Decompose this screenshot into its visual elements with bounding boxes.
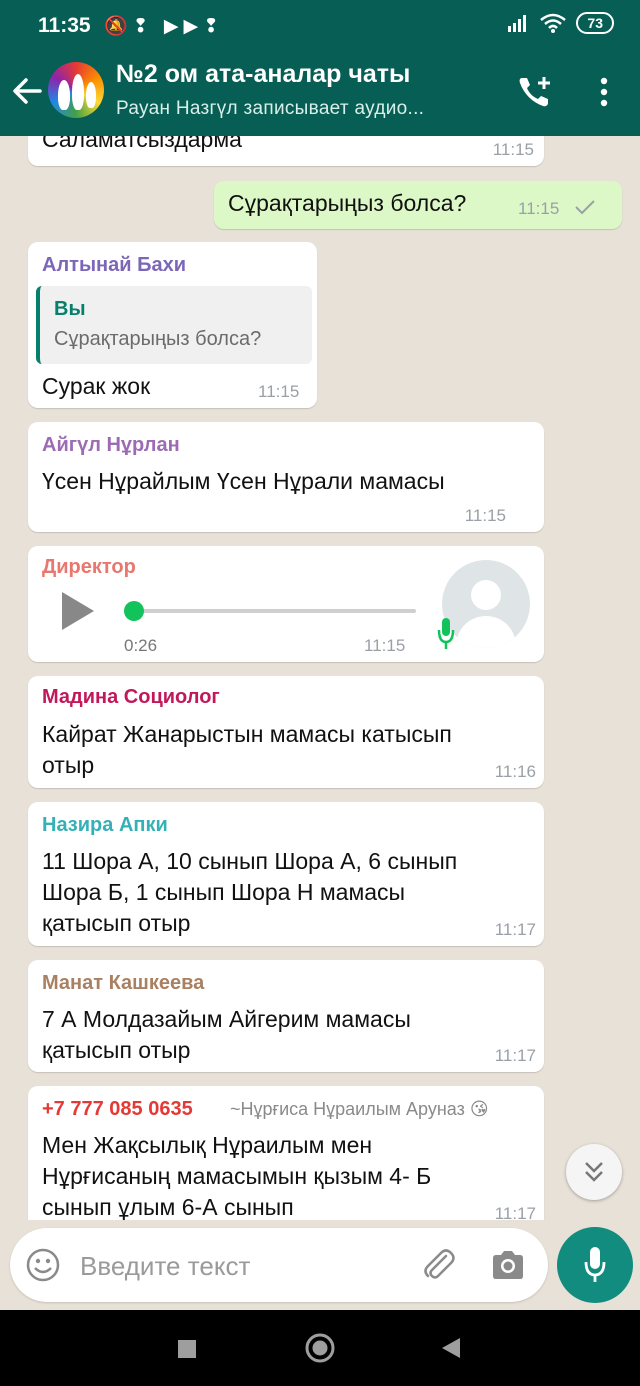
message-bubble[interactable]: Айгүл Нұрлан Үсен Нұрайлым Үсен Нұрали м… (28, 422, 544, 532)
message-text-line: сынып ұлым 6-А сынып (42, 1194, 294, 1220)
message-text: Саламатсыздарма (42, 136, 242, 152)
wifi-icon (540, 13, 567, 33)
message-time: 11:15 (464, 506, 506, 525)
double-chevron-down-icon (585, 1162, 603, 1182)
microphone-icon (437, 618, 455, 649)
sender-name: Назира Апки (42, 814, 168, 836)
message-text-line: Мен Жақсылық Нұраилым мен (42, 1132, 373, 1158)
sender-name: Айгүл Нұрлан (42, 434, 180, 456)
voice-message-bubble[interactable]: Директор 0:26 11:15 (28, 546, 544, 662)
message-text: Сурак жок (42, 373, 151, 399)
message-bubble[interactable]: Мадина Социолог Кайрат Жанарыстын мамасы… (28, 676, 544, 788)
message-bubble[interactable]: +7 777 085 0635 ~Нұрғиса Нұраилым Аруназ… (28, 1086, 544, 1220)
voice-duration: 0:26 (124, 636, 158, 655)
add-call-icon[interactable] (516, 74, 556, 110)
message-bubble[interactable]: Назира Апки 11 Шора А, 10 сынып Шора А, … (28, 802, 544, 946)
message-text-line: Нұрғисаның мамасымын қызым 4- Б (42, 1163, 432, 1189)
play-icon[interactable] (62, 592, 94, 630)
message-text-line: Кайрат Жанарыстын мамасы катысып (42, 721, 452, 747)
sender-name: Мадина Социолог (42, 686, 220, 708)
recent-apps-button[interactable] (178, 1340, 196, 1358)
quoted-text: Сұрақтарыңыз болса? (54, 328, 262, 350)
message-text-line: 7 А Молдазайым Айгерим мамасы (42, 1006, 411, 1032)
check-icon (575, 200, 595, 215)
chat-header: №2 ом ата-аналар чаты Рауан Назгүл запис… (0, 48, 640, 136)
quoted-sender: Вы (54, 298, 86, 320)
status-time: 11:35 (38, 14, 91, 37)
signal-icon (508, 15, 527, 32)
sender-name: Манат Кашкеева (42, 972, 205, 994)
back-button[interactable] (440, 1336, 462, 1360)
message-time: 11:15 (492, 140, 534, 159)
message-text-line: Шора Б, 1 сынып Шора Н мамасы (42, 879, 406, 905)
sender-push-name: ~Нұрғиса Нұраилым Аруназ 😘 (230, 1099, 489, 1119)
message-time: 11:17 (494, 1204, 536, 1220)
outgoing-message-bubble[interactable]: Сұрақтарыңыз болса? 11:15 (214, 181, 622, 229)
message-text-line: қатысып отыр (42, 1037, 191, 1063)
message-time: 11:15 (518, 199, 560, 218)
message-text: Үсен Нұрайлым Үсен Нұрали мамасы (42, 468, 445, 494)
message-bubble[interactable]: Саламатсыздарма 11:15 (28, 136, 544, 166)
message-text-line: қатысып отыр (42, 910, 191, 936)
scroll-to-bottom-button[interactable] (566, 1144, 622, 1200)
message-bubble[interactable]: Манат Кашкеева 7 А Молдазайым Айгерим ма… (28, 960, 544, 1072)
sender-name: Алтынай Бахи (42, 254, 186, 276)
sender-name: Директор (42, 556, 136, 578)
emoji-icon[interactable] (26, 1248, 60, 1282)
voice-progress-handle[interactable] (124, 601, 144, 621)
voice-record-button[interactable] (557, 1227, 633, 1303)
status-bar: 11:35 🔕❢ ▶▶❢ 73 (0, 0, 640, 48)
system-navigation-bar (0, 1310, 640, 1386)
microphone-icon (584, 1247, 606, 1282)
message-text-line: 11 Шора А, 10 сынып Шора А, 6 сынып (42, 848, 458, 874)
message-time: 11:17 (494, 1046, 536, 1065)
attach-icon[interactable] (420, 1246, 456, 1284)
message-input[interactable] (78, 1246, 412, 1286)
back-arrow-icon[interactable] (10, 74, 44, 108)
more-options-icon[interactable] (592, 76, 616, 108)
battery-icon: 73 (576, 12, 614, 34)
sender-name: +7 777 085 0635 (42, 1098, 193, 1120)
group-avatar[interactable] (48, 62, 104, 118)
chat-subtitle: Рауан Назгүл записывает аудио... (116, 98, 425, 119)
message-time: 11:16 (494, 762, 536, 781)
quoted-message[interactable]: Вы Сұрақтарыңыз болса? (36, 286, 312, 364)
message-text: Сұрақтарыңыз болса? (228, 190, 467, 216)
message-time: 11:15 (364, 636, 406, 655)
message-list[interactable]: Саламатсыздарма 11:15 Сұрақтарыңыз болса… (0, 136, 640, 1220)
notification-icons: 🔕❢ ▶▶❢ (104, 16, 224, 37)
camera-icon[interactable] (490, 1248, 526, 1282)
voice-progress-track[interactable] (132, 609, 416, 613)
message-time: 11:17 (494, 920, 536, 939)
message-composer (10, 1228, 548, 1302)
message-text-line: отыр (42, 752, 95, 778)
home-button[interactable] (304, 1332, 336, 1364)
chat-title[interactable]: №2 ом ата-аналар чаты (116, 60, 410, 89)
message-bubble[interactable]: Алтынай Бахи Вы Сұрақтарыңыз болса? Сура… (28, 242, 317, 408)
message-time: 11:15 (258, 382, 300, 401)
